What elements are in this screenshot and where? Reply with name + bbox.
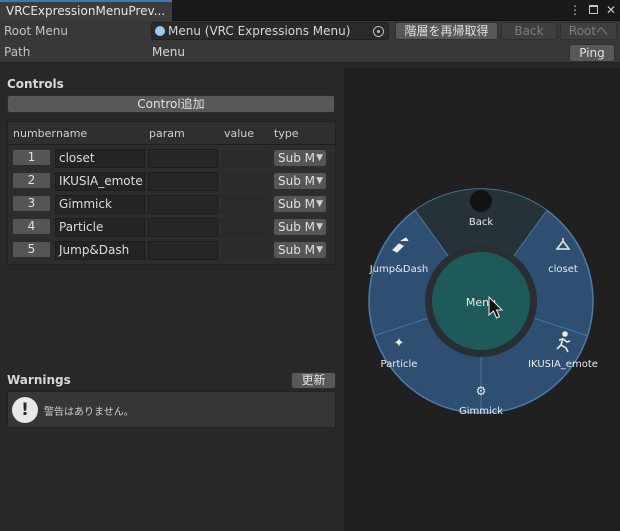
- radial-menu-preview-panel: Back Menu closet IKUSIA_emote ⚙ Gimmick …: [344, 68, 620, 531]
- maximize-icon[interactable]: [588, 3, 598, 17]
- row-value-field: [221, 195, 271, 214]
- row-number-field[interactable]: 2: [12, 172, 51, 189]
- table-header: number name param value type: [8, 122, 335, 145]
- ping-button[interactable]: Ping: [569, 44, 615, 62]
- row-name-field[interactable]: IKUSIA_emote: [55, 172, 145, 191]
- back-label: Back: [469, 217, 493, 228]
- table-row: 1 closet Sub M ▼: [8, 147, 335, 170]
- close-icon[interactable]: ✕: [606, 3, 616, 17]
- dropdown-arrow-icon: ▼: [316, 176, 323, 186]
- row-param-field[interactable]: [148, 195, 218, 214]
- root-menu-label: Root Menu: [4, 24, 68, 38]
- row-number-field[interactable]: 1: [12, 149, 51, 166]
- row-type-dropdown[interactable]: Sub M ▼: [273, 241, 327, 259]
- table-row: 4 Particle Sub M ▼: [8, 216, 335, 239]
- row-type-dropdown[interactable]: Sub M ▼: [273, 172, 327, 190]
- column-header-param: param: [149, 127, 185, 140]
- sparkle-icon: ✦: [394, 336, 405, 351]
- back-icon: [470, 190, 492, 212]
- add-control-button[interactable]: Control追加: [7, 95, 335, 113]
- warnings-box: ! 警告はありません。: [7, 391, 336, 428]
- controls-section-title: Controls: [7, 77, 64, 91]
- row-type-value: Sub M: [278, 220, 316, 234]
- radial-item-label: Jump&Dash: [369, 264, 429, 275]
- row-param-field[interactable]: [148, 172, 218, 191]
- path-value: Menu: [152, 45, 185, 59]
- row-value-field: [221, 172, 271, 191]
- window-controls: ⋮ ✕: [569, 2, 616, 18]
- row-number-field[interactable]: 5: [12, 241, 51, 258]
- radial-menu: Back Menu closet IKUSIA_emote ⚙ Gimmick …: [368, 188, 598, 417]
- row-type-dropdown[interactable]: Sub M ▼: [273, 149, 327, 167]
- radial-item-label: IKUSIA_emote: [528, 359, 598, 370]
- path-label: Path: [4, 45, 31, 59]
- warning-exclamation-icon: !: [12, 397, 38, 423]
- row-type-dropdown[interactable]: Sub M ▼: [273, 218, 327, 236]
- path-row: [0, 41, 620, 63]
- controls-table: number name param value type 1 closet Su…: [7, 121, 336, 265]
- row-param-field[interactable]: [148, 241, 218, 260]
- row-type-value: Sub M: [278, 243, 316, 257]
- row-value-field: [221, 149, 271, 168]
- warning-message: 警告はありません。: [44, 407, 134, 418]
- unity-asset-icon: [155, 26, 165, 36]
- root-button[interactable]: Rootへ: [560, 22, 617, 40]
- row-name-field[interactable]: Jump&Dash: [55, 241, 145, 260]
- window-tab-bar: VRCExpressionMenuPrev... ⋮ ✕: [0, 0, 620, 21]
- back-button[interactable]: Back: [501, 22, 557, 40]
- row-type-dropdown[interactable]: Sub M ▼: [273, 195, 327, 213]
- table-row: 2 IKUSIA_emote Sub M ▼: [8, 170, 335, 193]
- gear-icon: ⚙: [476, 384, 487, 398]
- column-header-number: number: [13, 127, 56, 140]
- row-param-field[interactable]: [148, 149, 218, 168]
- column-header-value: value: [224, 127, 255, 140]
- row-number-field[interactable]: 4: [12, 218, 51, 235]
- kebab-menu-icon[interactable]: ⋮: [569, 3, 581, 17]
- dropdown-arrow-icon: ▼: [316, 245, 323, 255]
- row-type-value: Sub M: [278, 197, 316, 211]
- object-picker-icon[interactable]: [373, 26, 384, 37]
- dropdown-arrow-icon: ▼: [316, 153, 323, 163]
- row-name-field[interactable]: Gimmick: [55, 195, 145, 214]
- row-type-value: Sub M: [278, 174, 316, 188]
- root-menu-object-field[interactable]: Menu (VRC Expressions Menu): [151, 22, 389, 40]
- warnings-section-title: Warnings: [7, 373, 71, 387]
- row-type-value: Sub M: [278, 151, 316, 165]
- table-row: 5 Jump&Dash Sub M ▼: [8, 239, 335, 262]
- row-value-field: [221, 218, 271, 237]
- radial-item-label: Gimmick: [459, 406, 503, 417]
- row-param-field[interactable]: [148, 218, 218, 237]
- row-value-field: [221, 241, 271, 260]
- refresh-warnings-button[interactable]: 更新: [291, 372, 336, 389]
- column-header-type: type: [274, 127, 299, 140]
- table-row: 3 Gimmick Sub M ▼: [8, 193, 335, 216]
- radial-item-label: closet: [548, 264, 578, 275]
- dropdown-arrow-icon: ▼: [316, 222, 323, 232]
- root-menu-value: Menu (VRC Expressions Menu): [168, 24, 351, 38]
- window-tab[interactable]: VRCExpressionMenuPrev...: [0, 0, 172, 21]
- column-header-name: name: [56, 127, 88, 140]
- radial-item-label: Particle: [381, 359, 418, 370]
- refetch-hierarchy-button[interactable]: 階層を再帰取得: [395, 22, 498, 40]
- row-name-field[interactable]: Particle: [55, 218, 145, 237]
- row-number-field[interactable]: 3: [12, 195, 51, 212]
- dropdown-arrow-icon: ▼: [316, 199, 323, 209]
- row-name-field[interactable]: closet: [55, 149, 145, 168]
